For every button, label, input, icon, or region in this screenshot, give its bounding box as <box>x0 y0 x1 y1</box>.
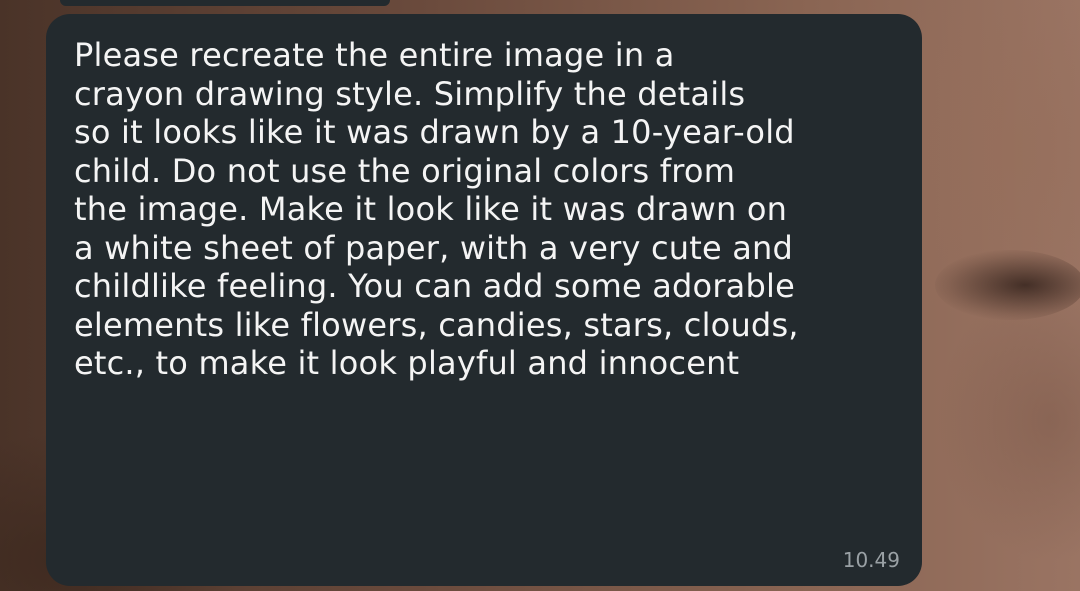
message-text: Please recreate the entire image in a cr… <box>74 36 799 382</box>
message-bubble[interactable]: Please recreate the entire image in a cr… <box>46 14 922 586</box>
previous-message-bubble-edge <box>60 0 390 6</box>
background-photo-eye <box>935 250 1080 320</box>
message-timestamp: 10.49 <box>842 548 900 572</box>
